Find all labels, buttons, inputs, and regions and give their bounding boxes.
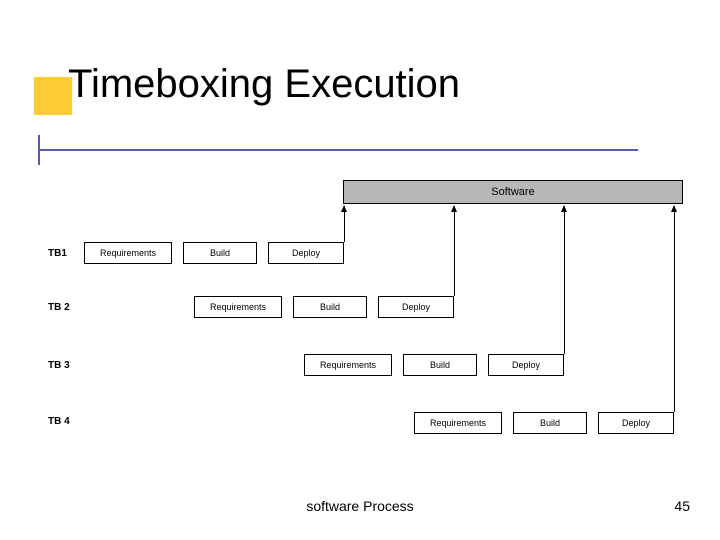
stage-build: Build xyxy=(183,242,257,264)
arrow-tb4 xyxy=(674,206,675,412)
stage-deploy: Deploy xyxy=(598,412,674,434)
stage-requirements: Requirements xyxy=(194,296,282,318)
row-label-tb4: TB 4 xyxy=(48,416,70,427)
stage-deploy: Deploy xyxy=(488,354,564,376)
row-label-tb2: TB 2 xyxy=(48,302,70,313)
slide-title: Timeboxing Execution xyxy=(68,62,460,107)
arrow-tb2 xyxy=(454,206,455,296)
arrow-tb1 xyxy=(344,206,345,242)
row-label-tb1: TB1 xyxy=(48,248,67,259)
stage-deploy: Deploy xyxy=(378,296,454,318)
footer-caption: software Process xyxy=(0,498,720,514)
arrow-tb3 xyxy=(564,206,565,354)
stage-requirements: Requirements xyxy=(84,242,172,264)
row-label-tb3: TB 3 xyxy=(48,360,70,371)
title-rule xyxy=(38,149,638,151)
stage-build: Build xyxy=(513,412,587,434)
title-accent-square xyxy=(34,77,72,115)
stage-build: Build xyxy=(293,296,367,318)
slide-number: 45 xyxy=(674,498,690,514)
stage-deploy: Deploy xyxy=(268,242,344,264)
stage-requirements: Requirements xyxy=(304,354,392,376)
stage-build: Build xyxy=(403,354,477,376)
software-band: Software xyxy=(343,180,683,204)
stage-requirements: Requirements xyxy=(414,412,502,434)
timeboxing-diagram: Software TB1 TB 2 TB 3 TB 4 Requirements… xyxy=(48,180,688,468)
